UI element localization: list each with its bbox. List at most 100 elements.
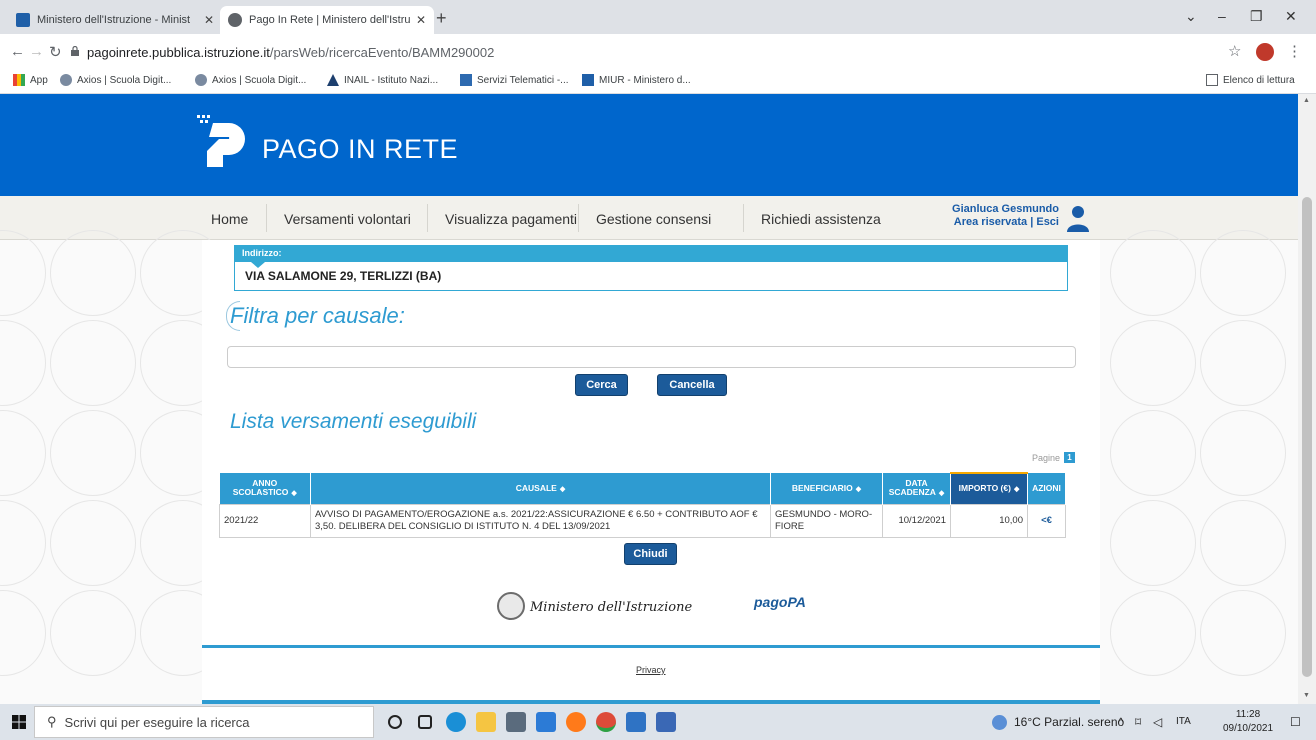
nav-divider — [578, 204, 579, 232]
reading-list[interactable]: Elenco di lettura — [1206, 74, 1295, 86]
bg-circle — [1110, 500, 1196, 586]
windows-start-icon[interactable] — [12, 715, 26, 729]
clock[interactable]: 11:28 09/10/2021 — [1222, 708, 1274, 736]
bookmark-label: Axios | Scuola Digit... — [212, 74, 307, 86]
chrome-icon[interactable] — [596, 712, 616, 732]
volume-icon[interactable]: ◁ — [1153, 715, 1162, 729]
tab-ministero[interactable]: Ministero dell'Istruzione - Minist ✕ — [8, 6, 222, 34]
close-button[interactable]: Chiudi — [624, 543, 677, 565]
weather-icon[interactable] — [992, 715, 1007, 730]
task-view-icon[interactable] — [418, 715, 432, 729]
nav-gestione-consensi[interactable]: Gestione consensi — [596, 211, 711, 227]
user-icon[interactable] — [1066, 204, 1090, 232]
taskbar-search-input[interactable]: ⚲ Scrivi qui per eseguire la ricerca — [34, 706, 374, 738]
header-label: AZIONI — [1032, 482, 1061, 493]
sort-icon: ◆ — [1013, 486, 1020, 494]
footer-divider — [202, 645, 1100, 648]
bg-circle — [50, 320, 136, 406]
privacy-link[interactable]: Privacy — [636, 665, 666, 675]
url-field[interactable]: pagoinrete.pubblica.istruzione.it/parsWe… — [87, 45, 494, 60]
user-name: Gianluca Gesmundo — [952, 203, 1059, 215]
ministero-logo[interactable]: Ministero dell'Istruzione — [530, 600, 692, 615]
weather-text[interactable]: 16°C Parzial. sereno — [1014, 715, 1124, 729]
miur-favicon-icon — [16, 13, 30, 27]
minimize-icon[interactable]: – — [1218, 8, 1226, 24]
close-icon[interactable]: ✕ — [416, 13, 426, 27]
telematici-icon — [460, 74, 472, 86]
menu-kebab-icon[interactable]: ⋮ — [1287, 42, 1302, 60]
col-importo[interactable]: IMPORTO (€) ◆ — [950, 472, 1028, 504]
bg-circle — [1110, 590, 1196, 676]
store-icon[interactable] — [506, 712, 526, 732]
app-blue-icon[interactable] — [626, 712, 646, 732]
apps-grid-icon — [13, 74, 25, 86]
network-icon[interactable]: ⌑ — [1135, 715, 1141, 729]
file-explorer-icon[interactable] — [476, 712, 496, 732]
restore-icon[interactable]: ❐ — [1250, 8, 1263, 25]
col-beneficiario[interactable]: BENEFICIARIO ◆ — [770, 473, 883, 504]
causale-search-input[interactable] — [227, 346, 1076, 368]
scroll-down-icon[interactable]: ▼ — [1303, 692, 1310, 699]
tab-search-chevron-icon[interactable]: ⌄ — [1185, 8, 1197, 25]
forward-icon[interactable]: → — [29, 43, 44, 60]
nav-versamenti-volontari[interactable]: Versamenti volontari — [284, 211, 411, 227]
profile-avatar[interactable] — [1256, 43, 1274, 61]
page-scrollbar[interactable]: ▲ ▼ — [1298, 94, 1316, 704]
cell-importo: 10,00 — [950, 503, 1028, 538]
page-1-button[interactable]: 1 — [1064, 452, 1076, 463]
address-value: VIA SALAMONE 29, TERLIZZI (BA) — [245, 269, 442, 283]
pay-action-button[interactable]: <€ — [1027, 503, 1066, 538]
nav-richiedi-assistenza[interactable]: Richiedi assistenza — [761, 211, 881, 227]
col-data-scadenza[interactable]: DATA SCADENZA ◆ — [882, 473, 951, 504]
edge-icon[interactable] — [446, 712, 466, 732]
search-button[interactable]: Cerca — [575, 374, 628, 396]
firefox-icon[interactable] — [566, 712, 586, 732]
scrollbar-thumb[interactable] — [1302, 197, 1312, 677]
sort-icon: ◆ — [938, 490, 945, 498]
bg-circle — [0, 230, 46, 316]
sort-icon: ◆ — [855, 485, 862, 493]
bg-circle — [1110, 230, 1196, 316]
nav-visualizza-pagamenti[interactable]: Visualizza pagamenti — [445, 211, 577, 227]
bookmark-miur[interactable]: MIUR - Ministero d... — [582, 74, 691, 86]
bookmark-servizi-telematici[interactable]: Servizi Telematici -... — [460, 74, 569, 86]
user-area-link[interactable]: Area riservata | Esci — [943, 216, 1059, 228]
new-tab-icon[interactable]: + — [436, 8, 447, 29]
bookmark-label: Servizi Telematici -... — [477, 74, 569, 86]
bookmark-star-icon[interactable]: ☆ — [1228, 42, 1241, 60]
bookmark-inail[interactable]: INAIL - Istituto Nazi... — [327, 74, 438, 86]
bookmark-axios-1[interactable]: Axios | Scuola Digit... — [60, 74, 171, 86]
bookmark-apps[interactable]: App — [13, 74, 48, 86]
sort-icon: ◆ — [291, 490, 297, 498]
back-icon[interactable]: ← — [10, 43, 25, 60]
bookmark-axios-2[interactable]: Axios | Scuola Digit... — [195, 74, 306, 86]
address-bar: ← → ↻ pagoinrete.pubblica.istruzione.it/… — [0, 34, 1316, 68]
col-anno-scolastico[interactable]: ANNO SCOLASTICO ◆ — [219, 473, 311, 504]
bg-circle — [1200, 500, 1286, 586]
close-icon[interactable]: ✕ — [204, 13, 214, 27]
language-indicator[interactable]: ITA — [1176, 716, 1191, 727]
bg-circle — [1200, 410, 1286, 496]
notes-app-icon[interactable] — [656, 712, 676, 732]
notification-icon[interactable]: ☐ — [1290, 715, 1301, 729]
cancel-button[interactable]: Cancella — [657, 374, 727, 396]
reload-icon[interactable]: ↻ — [49, 43, 62, 61]
mail-icon[interactable] — [536, 712, 556, 732]
clock-date: 09/10/2021 — [1222, 723, 1274, 734]
nav-home[interactable]: Home — [211, 211, 248, 227]
tray-chevron-icon[interactable]: ^ — [1118, 715, 1124, 729]
pagopa-logo[interactable]: pagoPA — [754, 594, 806, 610]
reading-list-label: Elenco di lettura — [1223, 74, 1295, 86]
window-close-icon[interactable]: ✕ — [1285, 8, 1297, 25]
scroll-up-icon[interactable]: ▲ — [1303, 97, 1310, 104]
col-causale[interactable]: CAUSALE ◆ — [310, 473, 771, 504]
site-header: PAGO IN RETE — [0, 94, 1298, 196]
pago-in-rete-logo-icon — [197, 115, 245, 167]
table-row: 2021/22 AVVISO DI PAGAMENTO/EROGAZIONE a… — [219, 503, 1066, 538]
bookmarks-bar: App Axios | Scuola Digit... Axios | Scuo… — [0, 68, 1316, 94]
col-azioni: AZIONI — [1027, 473, 1066, 504]
cortana-icon[interactable] — [388, 715, 402, 729]
url-host: pagoinrete.pubblica.istruzione.it — [87, 45, 270, 60]
lock-icon[interactable] — [71, 46, 79, 56]
tab-pago-in-rete[interactable]: Pago In Rete | Ministero dell'Istru ✕ — [220, 6, 434, 34]
